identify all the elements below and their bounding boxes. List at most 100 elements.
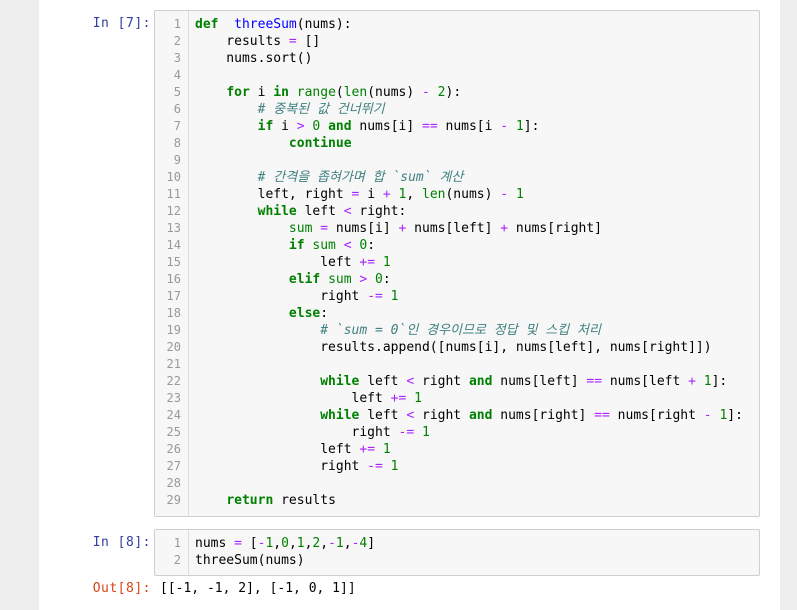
code-line[interactable]: 21 [155,356,759,373]
code-line[interactable]: 28 [155,475,759,492]
code-token: + [688,374,696,389]
code-text: def threeSum(nums): [195,16,352,33]
code-lines[interactable]: 1 def threeSum(nums): 2 results = [] 3 nums… [155,16,759,509]
code-line[interactable]: 5 for i in range(len(nums) - 2): [155,84,759,101]
code-line[interactable]: 19 # `sum = 0`인 경우이므로 정답 및 스킵 처리 [155,322,759,339]
code-token: sum [328,272,352,287]
code-token: nums[left] [492,374,587,389]
code-text: threeSum(nums) [195,552,305,569]
code-token: ]: [727,408,743,423]
code-token: < [406,374,415,389]
code-line[interactable]: 8 continue [155,135,759,152]
line-number: 26 [166,442,181,456]
code-line[interactable]: 27 right -= 1 [155,458,759,475]
code-line[interactable]: 23 left += 1 [155,390,759,407]
code-token: # 간격을 좁혀가며 합 `sum` 계산 [257,170,464,185]
code-token: left, right [195,187,352,202]
code-text: results.append([nums[i], nums[left], num… [195,339,711,356]
code-line[interactable]: 1 def threeSum(nums): [155,16,759,33]
code-line[interactable]: 17 right -= 1 [155,288,759,305]
code-line[interactable]: 16 elif sum > 0: [155,271,759,288]
notebook-container: In [7]: 1 def threeSum(nums): 2 results = … [39,0,780,610]
code-line[interactable]: 10 # 간격을 좁혀가며 합 `sum` 계산 [155,169,759,186]
cell-output: [[-1, -1, 2], [-1, 0, 1]] [160,581,356,596]
code-line[interactable]: 20 results.append([nums[i], nums[left], … [155,339,759,356]
code-text: while left < right and nums[left] == num… [195,373,727,390]
code-token: = [320,221,329,236]
code-token: i [359,187,383,202]
code-line[interactable]: 26 left += 1 [155,441,759,458]
line-number: 25 [166,425,181,439]
code-cell-7[interactable]: 1 def threeSum(nums): 2 results = [] 3 nums… [154,10,760,517]
code-token: def [195,17,219,32]
code-token: and [328,119,352,134]
code-token: 1 [515,119,524,134]
code-token: range [296,85,336,100]
code-line[interactable]: 6 # 중복된 값 건너뛰기 [155,101,759,118]
code-token: left [195,442,360,457]
code-token: threeSum(nums) [195,553,305,568]
code-token: 1 [335,536,344,551]
line-number: 4 [173,68,181,82]
code-line[interactable]: 7 if i > 0 and nums[i] == nums[i - 1]: [155,118,759,135]
code-token: (nums) [445,187,501,202]
code-token: else [288,306,321,321]
code-token: right [414,408,469,423]
code-line[interactable]: 22 while left < right and nums[left] == … [155,373,759,390]
code-lines[interactable]: 1 nums = [-1,0,1,2,-1,-4] 2 threeSum(nums) [155,535,759,569]
code-token: nums[i [437,119,501,134]
line-number: 9 [173,153,181,167]
line-number: 22 [166,374,181,388]
line-number: 2 [173,34,181,48]
code-token: 1 [382,442,391,457]
code-token: -= [367,289,383,304]
code-line[interactable]: 4 [155,67,759,84]
code-text: nums = [-1,0,1,2,-1,-4] [195,535,375,552]
code-cell-8[interactable]: 1 nums = [-1,0,1,2,-1,-4] 2 threeSum(nums) [154,529,760,576]
code-token: 1 [515,187,524,202]
code-token: threeSum [234,17,297,32]
code-line[interactable]: 2 threeSum(nums) [155,552,759,569]
code-line[interactable]: 14 if sum < 0: [155,237,759,254]
code-token: nums [195,536,235,551]
code-line[interactable]: 15 left += 1 [155,254,759,271]
code-line[interactable]: 24 while left < right and nums[right] ==… [155,407,759,424]
line-number: 2 [173,553,181,567]
line-number: 24 [166,408,181,422]
code-line[interactable]: 11 left, right = i + 1, len(nums) - 1 [155,186,759,203]
code-line[interactable]: 2 results = [] [155,33,759,50]
code-line[interactable]: 29 return results [155,492,759,509]
code-line[interactable]: 13 sum = nums[i] + nums[left] + nums[rig… [155,220,759,237]
code-line[interactable]: 1 nums = [-1,0,1,2,-1,-4] [155,535,759,552]
code-text: if i > 0 and nums[i] == nums[i - 1]: [195,118,540,135]
code-text: if sum < 0: [195,237,375,254]
code-token: left [296,204,344,219]
code-token: (nums): [296,17,352,32]
line-number: 27 [166,459,181,473]
line-number: 8 [173,136,181,150]
line-number: 23 [166,391,181,405]
code-line[interactable]: 12 while left < right: [155,203,759,220]
code-line[interactable]: 18 else: [155,305,759,322]
code-line[interactable]: 9 [155,152,759,169]
output-prompt-8: Out[8]: [92,581,151,596]
code-token: results [195,34,289,49]
code-line[interactable]: 3 nums.sort() [155,50,759,67]
code-token: right: [351,204,407,219]
code-token: 1 [703,374,712,389]
line-number: 20 [166,340,181,354]
code-line[interactable]: 25 right -= 1 [155,424,759,441]
code-token: - [500,187,509,202]
code-token: ]: [523,119,540,134]
